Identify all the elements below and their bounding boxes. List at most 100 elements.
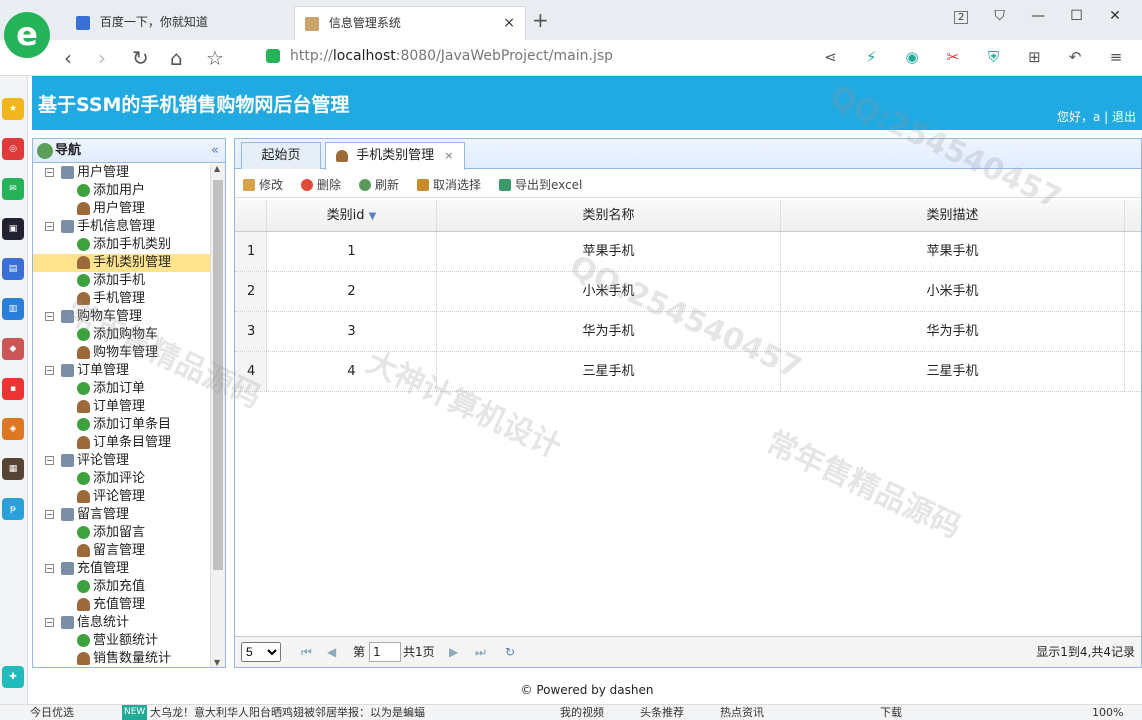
table-row[interactable]: 1 1 苹果手机 苹果手机 xyxy=(235,232,1141,272)
cancel-selection-button[interactable]: 取消选择 xyxy=(417,176,481,193)
expand-toggle-icon[interactable]: − xyxy=(45,222,54,231)
reload-page-icon[interactable]: ↻ xyxy=(505,637,515,667)
tab-category-management[interactable]: 手机类别管理 × xyxy=(325,142,465,170)
table-row[interactable]: 3 3 华为手机 华为手机 xyxy=(235,312,1141,352)
edit-button[interactable]: 修改 xyxy=(243,176,283,193)
hot-news-link[interactable]: 热点资讯 xyxy=(720,705,764,720)
my-video-link[interactable]: 我的视频 xyxy=(560,705,604,720)
flash-icon[interactable]: ⚡ xyxy=(853,48,889,66)
game-icon[interactable]: ◆ xyxy=(2,338,24,360)
nav-group[interactable]: − 购物车管理 xyxy=(33,308,211,326)
expand-toggle-icon[interactable]: − xyxy=(45,510,54,519)
shield-icon[interactable]: ⛨ xyxy=(976,48,1012,66)
nav-item[interactable]: 添加充值 xyxy=(33,578,211,596)
minimize-icon[interactable]: — xyxy=(1021,8,1055,24)
nav-group[interactable]: − 评论管理 xyxy=(33,452,211,470)
scissors-icon[interactable]: ✂ xyxy=(935,48,971,66)
column-header-desc[interactable]: 类别描述 xyxy=(781,200,1125,231)
nav-group[interactable]: − 用户管理 xyxy=(33,164,211,182)
back-icon[interactable]: ‹ xyxy=(64,46,72,70)
nav-item[interactable]: 营业额统计 xyxy=(33,632,211,650)
maximize-icon[interactable]: ☐ xyxy=(1060,8,1094,24)
nav-group[interactable]: − 订单管理 xyxy=(33,362,211,380)
nav-item[interactable]: 用户管理 xyxy=(33,200,211,218)
nav-item[interactable]: 添加订单条目 xyxy=(33,416,211,434)
nav-item[interactable]: 添加留言 xyxy=(33,524,211,542)
nav-item[interactable]: 订单管理 xyxy=(33,398,211,416)
reload-icon[interactable]: ↻ xyxy=(132,46,149,70)
nav-item[interactable]: 添加购物车 xyxy=(33,326,211,344)
close-tab-icon[interactable]: × xyxy=(503,7,515,39)
tab-home[interactable]: 起始页 xyxy=(241,142,321,169)
column-header-name[interactable]: 类别名称 xyxy=(437,200,781,231)
expand-toggle-icon[interactable]: − xyxy=(45,456,54,465)
expand-toggle-icon[interactable]: − xyxy=(45,366,54,375)
zoom-level[interactable]: 100% xyxy=(1092,705,1123,720)
home-icon[interactable]: ⌂ xyxy=(170,46,183,70)
nav-item[interactable]: 添加手机类别 xyxy=(33,236,211,254)
nav-item[interactable]: 手机管理 xyxy=(33,290,211,308)
expand-toggle-icon[interactable]: − xyxy=(45,312,54,321)
headline-link[interactable]: 头条推荐 xyxy=(640,705,684,720)
game3-icon[interactable]: ▦ xyxy=(2,458,24,480)
url-field[interactable]: http://localhost:8080/JavaWebProject/mai… xyxy=(290,48,613,64)
menu-icon[interactable]: ≡ xyxy=(1098,48,1134,66)
next-page-icon[interactable]: ▶ xyxy=(449,637,458,667)
plugin-icon[interactable]: ✚ xyxy=(2,666,24,688)
table-row[interactable]: 2 2 小米手机 小米手机 xyxy=(235,272,1141,312)
app-icon[interactable]: ▣ xyxy=(2,218,24,240)
nav-item[interactable]: 添加用户 xyxy=(33,182,211,200)
nav-item[interactable]: 添加评论 xyxy=(33,470,211,488)
nav-item[interactable]: 充值管理 xyxy=(33,596,211,614)
nav-group[interactable]: − 留言管理 xyxy=(33,506,211,524)
doc-icon[interactable]: ▤ xyxy=(2,258,24,280)
nav-group[interactable]: − 手机信息管理 xyxy=(33,218,211,236)
browser-tab-baidu[interactable]: 百度一下，你就知道 xyxy=(66,6,294,40)
export-excel-button[interactable]: 导出到excel xyxy=(499,176,582,193)
prev-page-icon[interactable]: ◀ xyxy=(327,637,336,667)
column-header-id[interactable]: 类别id ▼ xyxy=(267,200,437,231)
expand-toggle-icon[interactable]: − xyxy=(45,564,54,573)
nav-item[interactable]: 订单条目管理 xyxy=(33,434,211,452)
expand-toggle-icon[interactable]: − xyxy=(45,168,54,177)
table-row[interactable]: 4 4 三星手机 三星手机 xyxy=(235,352,1141,392)
expand-toggle-icon[interactable]: − xyxy=(45,618,54,627)
delete-button[interactable]: 删除 xyxy=(301,176,341,193)
nav-item[interactable]: 添加订单 xyxy=(33,380,211,398)
nav-item[interactable]: 评论管理 xyxy=(33,488,211,506)
user-greeting[interactable]: 您好，a | 退出 xyxy=(1057,108,1136,125)
first-page-icon[interactable]: ⏮ xyxy=(301,637,312,667)
close-window-icon[interactable]: ✕ xyxy=(1098,8,1132,24)
browser-tab-active[interactable]: 信息管理系统 × xyxy=(294,6,526,40)
scrollbar-thumb[interactable] xyxy=(213,180,223,570)
last-page-icon[interactable]: ⏭ xyxy=(475,637,486,667)
collapse-icon[interactable]: « xyxy=(211,139,219,163)
nav-item[interactable]: 销售数量统计 xyxy=(33,650,211,667)
refresh-button[interactable]: 刷新 xyxy=(359,176,399,193)
book-icon[interactable]: ▥ xyxy=(2,298,24,320)
game2-icon[interactable]: ◈ xyxy=(2,418,24,440)
nav-group[interactable]: − 充值管理 xyxy=(33,560,211,578)
news-ticker[interactable]: 大乌龙！意大利华人阳台晒鸡翅被邻居举报：以为是蝙蝠 xyxy=(150,705,425,720)
redbook-icon[interactable]: ▪ xyxy=(2,378,24,400)
extension-icon[interactable]: ◉ xyxy=(894,48,930,66)
star-icon[interactable]: ☆ xyxy=(206,46,224,70)
tab-count-badge[interactable]: 2 xyxy=(954,11,969,24)
skin-icon[interactable]: ⛉ xyxy=(983,8,1017,24)
forward-icon[interactable]: › xyxy=(98,46,106,70)
nav-item[interactable]: 添加手机 xyxy=(33,272,211,290)
weibo-icon[interactable]: ◎ xyxy=(2,138,24,160)
page-number-input[interactable]: 1 xyxy=(369,642,401,662)
new-tab-button[interactable]: + xyxy=(532,8,549,32)
browser-logo-icon[interactable]: e xyxy=(4,12,50,58)
share-icon[interactable]: ⋖ xyxy=(813,48,849,66)
nav-scrollbar[interactable]: ▲ ▼ xyxy=(210,164,225,667)
apps-icon[interactable]: ⊞ xyxy=(1016,48,1052,66)
nav-item[interactable]: 购物车管理 xyxy=(33,344,211,362)
nav-item[interactable]: 留言管理 xyxy=(33,542,211,560)
nav-group[interactable]: − 信息统计 xyxy=(33,614,211,632)
nav-item[interactable]: 手机类别管理 xyxy=(33,254,211,272)
download-link[interactable]: 下载 xyxy=(880,705,902,720)
today-picks[interactable]: 今日优选 xyxy=(30,705,74,720)
page-size-select[interactable]: 5 xyxy=(241,642,281,662)
